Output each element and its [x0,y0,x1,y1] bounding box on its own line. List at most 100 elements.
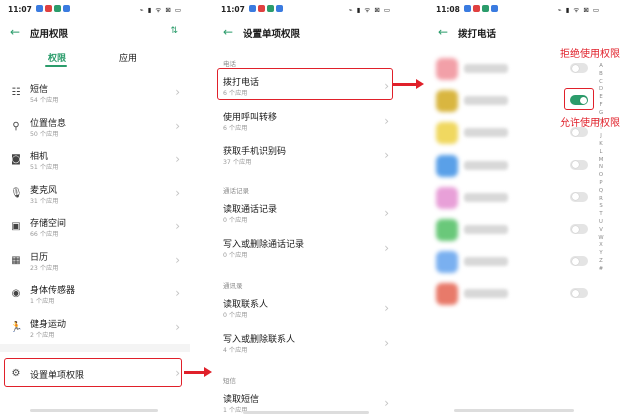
app-icon [436,219,458,241]
alphabet-letter[interactable]: L [598,149,604,157]
header: ← 设置单项权限 [223,25,389,41]
status-time: 11:07 [8,5,32,14]
permission-toggle-on[interactable] [570,95,588,106]
alphabet-letter[interactable]: C [598,79,604,87]
app-row [428,279,636,315]
alphabet-letter[interactable]: Z [598,258,604,266]
toggle-knob [579,96,587,104]
alphabet-letter[interactable]: # [598,266,604,274]
permission-title: 读取通话记录 [223,205,278,215]
permission-app-count: 1 个应用 [30,298,55,305]
permission-title: 使用呼叫转移 [223,112,278,123]
alphabet-letter[interactable]: K [598,141,604,149]
alphabet-letter[interactable]: Q [598,188,604,196]
chevron-right-icon: › [175,185,180,200]
notification-icon [63,5,70,12]
alphabet-letter[interactable]: J [598,133,604,141]
permission-item[interactable]: ◉ 身体传感器 1 个应用 › [0,279,190,311]
home-indicator [30,409,158,412]
alphabet-letter[interactable]: E [598,94,604,102]
alphabet-letter[interactable]: A [598,63,604,71]
tab-apps[interactable]: 应用 [119,51,137,64]
header: ← 拨打电话 [438,25,626,41]
permission-item[interactable]: 🏃 健身运动 2 个应用 › [0,313,190,345]
permission-title: 身体传感器 [30,286,76,296]
page-title: 应用权限 [30,29,69,40]
section-label: 通讯录 [223,282,243,290]
permission-item[interactable]: ◙ 相机 51 个应用 › [0,145,190,177]
permission-toggle-off[interactable] [570,288,588,299]
single-permission-item[interactable]: 写入或删除通话记录 0 个应用 › [213,232,399,266]
permission-title: 写入或删除通话记录 [223,239,305,250]
single-permission-item[interactable]: 使用呼叫转移 6 个应用 › [213,105,399,139]
app-icon [436,251,458,274]
permission-item[interactable]: ▦ 日历 23 个应用 › [0,246,190,278]
single-permission-item[interactable]: 获取手机识别码 37 个应用 › [213,139,399,173]
permission-toggle-off[interactable] [570,159,588,170]
single-permission-setting[interactable]: ⚙ 设置单项权限 › [0,359,190,391]
app-permissions-screen: 11:07 ⌁ ▮ ᯤ ⊠ ▭ ← 应用权限 ⇅ 权限 应用 ☷ 短信 54 个应用… [0,0,190,420]
page-title: 设置单项权限 [243,29,301,40]
notification-icon [36,5,43,12]
alphabet-letter[interactable]: U [598,219,604,227]
permission-toggle-off[interactable] [570,63,588,73]
alphabet-letter[interactable]: T [598,211,604,219]
toggle-knob [571,128,579,136]
notification-icon [464,5,471,12]
alphabet-letter[interactable]: B [598,71,604,79]
permission-item[interactable]: ▣ 存储空间 66 个应用 › [0,212,190,244]
alphabet-letter[interactable]: P [598,180,604,188]
alphabet-letter[interactable]: Y [598,250,604,258]
single-permission-label: 设置单项权限 [30,371,85,381]
notification-icon [54,5,61,12]
phone-call-permission-screen: 11:08 ⌁ ▮ ᯤ ⊠ ▭ ← 拨打电话 ABCDEFGHIJKLMNOPQ… [428,0,636,420]
permission-item[interactable]: ☷ 短信 54 个应用 › [0,78,190,110]
permission-title: 麦克风 [30,185,58,196]
alphabet-letter[interactable]: X [598,242,604,250]
permission-item[interactable]: ⚲ 位置信息 50 个应用 › [0,112,190,144]
notification-icon [491,5,498,12]
permission-item[interactable]: 🎙 麦克风 31 个应用 › [0,179,190,211]
permission-app-count: 31 个应用 [30,197,59,205]
tab-permissions[interactable]: 权限 [48,51,66,64]
permission-title: 短信 [30,85,49,95]
chevron-right-icon: › [384,396,389,410]
alphabet-index[interactable]: A B C D E F G H I J K L M N O P Q R S T U V W X Y Z # [598,63,604,274]
single-permission-screen: 11:07 ⌁ ▮ ᯤ ⊠ ▭ ← 设置单项权限 电话 拨打电话 6 个应用 › 使用呼… [213,0,399,420]
permission-toggle-off[interactable] [570,191,588,202]
chevron-right-icon: › [384,113,389,128]
back-arrow-icon[interactable]: ← [223,25,233,39]
permission-toggle-off[interactable] [570,224,588,234]
alphabet-letter[interactable]: N [598,164,604,172]
alphabet-letter[interactable]: M [598,157,604,165]
permission-title: 位置信息 [30,118,67,129]
alphabet-letter[interactable]: F [598,102,604,110]
chevron-right-icon: › [175,85,180,99]
single-permission-item[interactable]: 读取短信 1 个应用 › [213,387,399,420]
alphabet-letter[interactable]: D [598,86,604,94]
chevron-right-icon: › [175,252,180,267]
back-arrow-icon[interactable]: ← [438,25,448,39]
alphabet-letter[interactable]: R [598,196,604,204]
alphabet-letter[interactable]: V [598,227,604,235]
sort-icon[interactable]: ⇅ [170,26,178,36]
status-icons: ⌁ ▮ ᯤ ⊠ ▭ [348,6,391,14]
section-label: 短信 [223,377,236,385]
permission-title: 获取手机识别码 [223,147,287,157]
alphabet-letter[interactable]: S [598,203,604,211]
single-permission-item[interactable]: 拨打电话 6 个应用 › [213,70,399,104]
back-arrow-icon[interactable]: ← [10,25,20,39]
section-label: 电话 [223,60,236,68]
alphabet-letter[interactable]: O [598,172,604,180]
alphabet-letter[interactable]: W [598,235,604,243]
single-permission-item[interactable]: 读取联系人 0 个应用 › [213,292,399,326]
permission-toggle-off[interactable] [570,256,588,267]
microphone-icon: 🎙 [10,187,23,199]
permission-tabs: 权限 应用 [0,51,190,69]
location-pin-icon: ⚲ [12,120,20,132]
notification-icon [473,5,480,12]
single-permission-item[interactable]: 读取通话记录 0 个应用 › [213,197,399,231]
permission-app-count: 6 个应用 [223,124,248,132]
single-permission-item[interactable]: 写入或删除联系人 4 个应用 › [213,327,399,361]
notification-icon [267,5,274,12]
